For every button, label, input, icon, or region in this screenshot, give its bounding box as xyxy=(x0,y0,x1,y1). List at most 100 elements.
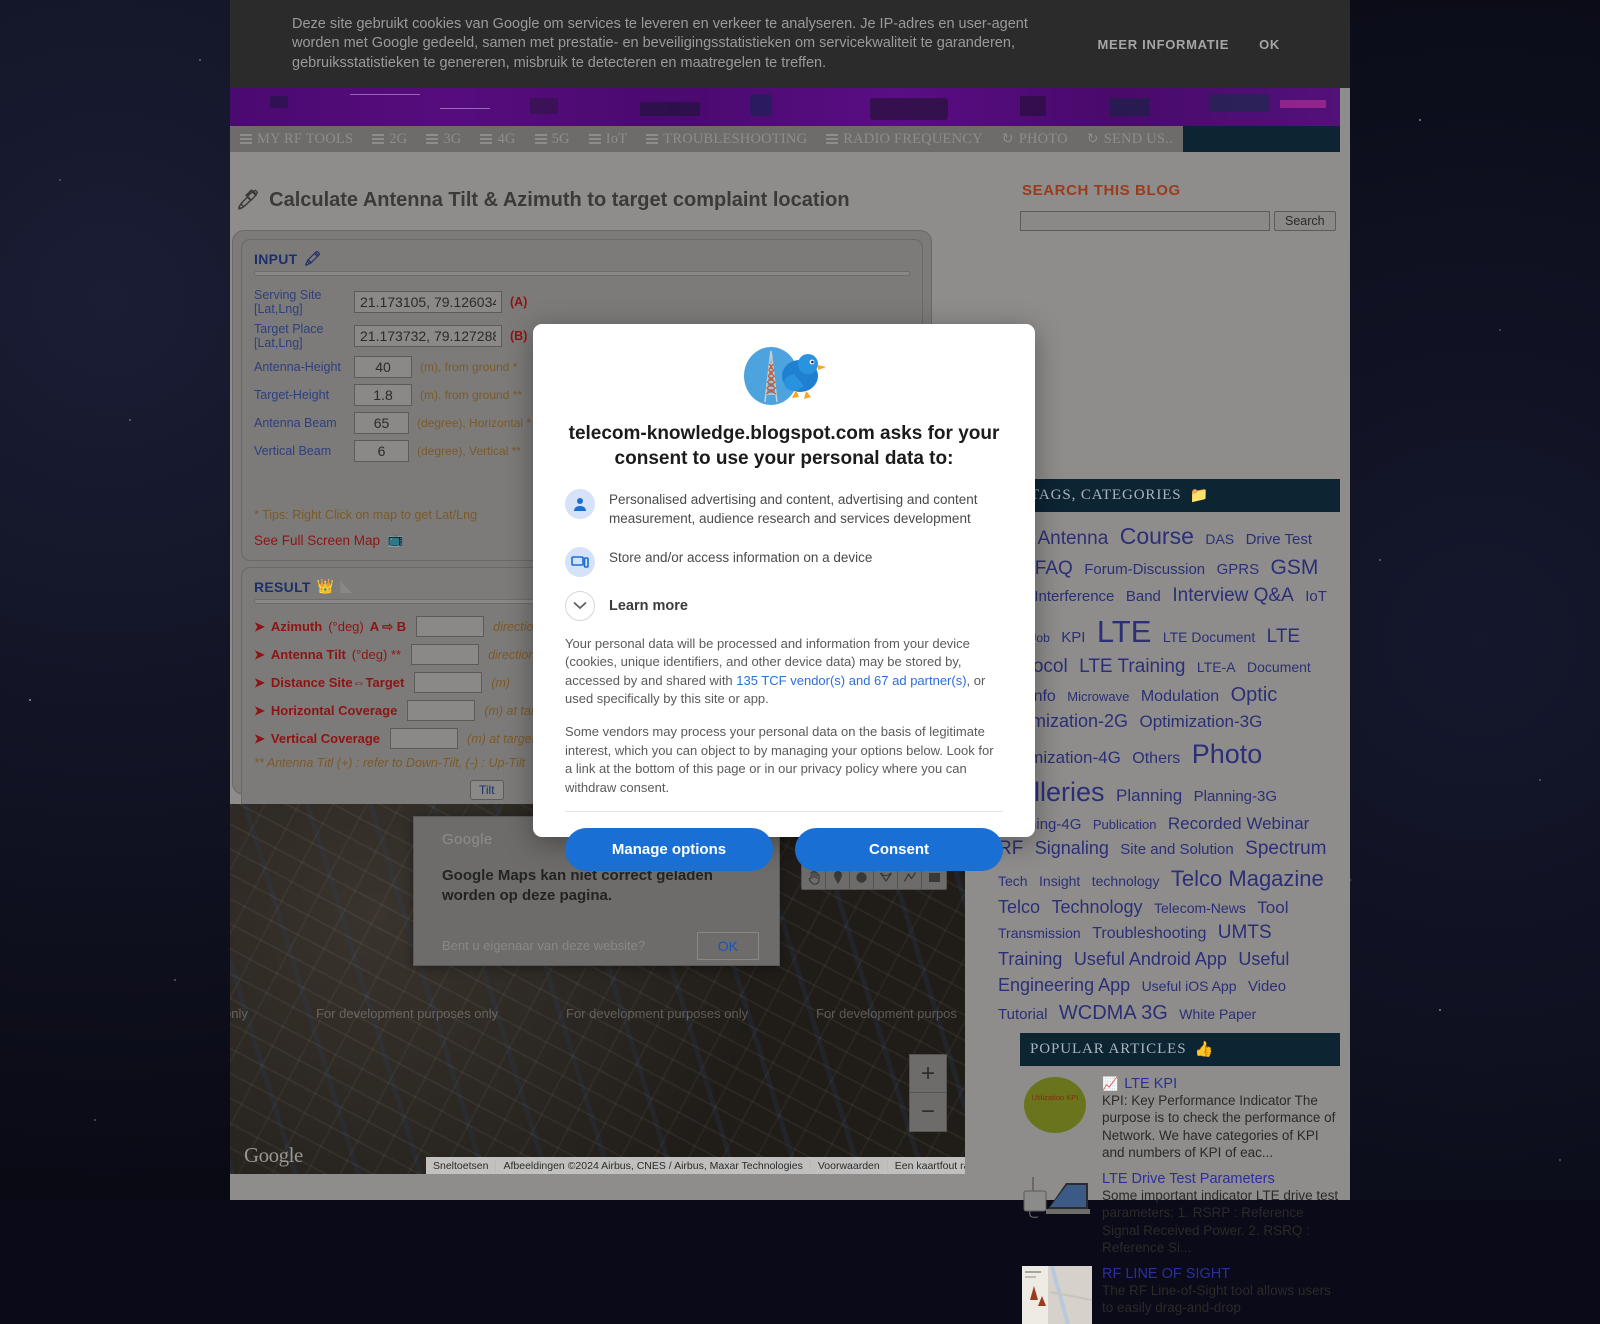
tag-link[interactable]: Telecom-News xyxy=(1154,900,1246,916)
field-label: Antenna Beam xyxy=(254,416,337,430)
tag-link[interactable]: Others xyxy=(1132,750,1180,767)
tag-link[interactable]: Optic xyxy=(1231,684,1278,706)
map-terms-link[interactable]: Voorwaarden xyxy=(811,1159,888,1172)
tag-link[interactable]: White Paper xyxy=(1179,1006,1256,1022)
nav-item-photo[interactable]: ↻ PHOTO xyxy=(992,126,1078,152)
nav-item-radio-frequency[interactable]: RADIO FREQUENCY xyxy=(817,126,993,152)
distance-output[interactable] xyxy=(414,672,483,693)
nav-item-2g[interactable]: 2G xyxy=(363,126,418,152)
vendors-link[interactable]: 135 TCF vendor(s) and 67 ad partner(s) xyxy=(736,673,966,688)
tag-link[interactable]: technology xyxy=(1092,873,1160,889)
nav-label: 2G xyxy=(389,130,408,147)
tag-link[interactable]: FAQ xyxy=(1035,558,1073,579)
article-link[interactable]: 📈 LTE KPI xyxy=(1102,1076,1340,1092)
tag-link[interactable]: Drive Test xyxy=(1246,531,1312,548)
tag-link[interactable]: Band xyxy=(1126,588,1161,605)
map-report-error-link[interactable]: Een kaartfout rapporteren xyxy=(888,1160,965,1172)
tag-link[interactable]: Modulation xyxy=(1141,688,1219,705)
tag-link[interactable]: Insight xyxy=(1039,873,1080,889)
manage-options-button[interactable]: Manage options xyxy=(565,828,773,872)
nav-item-my-rf-tools[interactable]: MY RF TOOLS xyxy=(230,126,364,152)
vertical-coverage-output[interactable] xyxy=(390,728,459,749)
antenna-beam-input[interactable] xyxy=(354,412,409,434)
antenna-height-input[interactable] xyxy=(354,356,412,378)
tag-link[interactable]: Document xyxy=(1247,659,1311,675)
horizontal-coverage-output[interactable] xyxy=(407,700,476,721)
search-input[interactable] xyxy=(1020,211,1270,231)
tag-link[interactable]: Tool xyxy=(1257,898,1288,917)
tag-link[interactable]: Tech xyxy=(998,873,1028,889)
consent-button[interactable]: Consent xyxy=(795,828,1003,872)
tag-link[interactable]: Forum-Discussion xyxy=(1084,561,1205,578)
antenna-tilt-output[interactable] xyxy=(411,644,480,665)
article-link[interactable]: LTE Drive Test Parameters xyxy=(1102,1171,1340,1187)
search-button[interactable]: Search xyxy=(1274,211,1336,231)
consent-purpose: Store and/or access information on a dev… xyxy=(565,546,1003,577)
nav-item-iot[interactable]: IoT xyxy=(579,126,638,152)
map-watermark: For development purposes only xyxy=(566,1006,749,1021)
tag-link[interactable]: Troubleshooting xyxy=(1092,925,1206,942)
target-height-input[interactable] xyxy=(354,384,412,406)
tag-link[interactable]: UMTS xyxy=(1218,922,1272,943)
consent-modal: telecom-knowledge.blogspot.com asks for … xyxy=(533,324,1035,872)
tag-link[interactable]: LTE-A xyxy=(1197,659,1236,675)
map-zoom-controls[interactable]: + − xyxy=(909,1054,947,1132)
tag-link[interactable]: Spectrum xyxy=(1245,838,1326,859)
devices-icon xyxy=(565,546,595,577)
list-item: LTE Drive Test Parameters Some important… xyxy=(1020,1161,1340,1256)
tag-link[interactable]: KPI xyxy=(1061,629,1085,646)
nav-item-troubleshooting[interactable]: TROUBLESHOOTING xyxy=(637,126,818,152)
cookie-more-info-link[interactable]: MEER INFORMATIE xyxy=(1098,37,1230,52)
vertical-beam-input[interactable] xyxy=(354,440,409,462)
hamburger-icon xyxy=(426,133,439,145)
tag-link[interactable]: Microwave xyxy=(1067,689,1129,704)
nav-label: PHOTO xyxy=(1018,130,1068,147)
tag-link[interactable]: Recorded Webinar xyxy=(1168,814,1309,833)
cookie-ok-button[interactable]: OK xyxy=(1259,37,1280,52)
tag-link[interactable]: Planning-3G xyxy=(1194,788,1277,805)
tag-link[interactable]: Site and Solution xyxy=(1120,841,1233,858)
zoom-in-button[interactable]: + xyxy=(910,1055,946,1093)
consent-heading: telecom-knowledge.blogspot.com asks for … xyxy=(568,423,1000,469)
learn-more-label: Learn more xyxy=(609,597,688,614)
article-link[interactable]: RF LINE OF SIGHT xyxy=(1102,1266,1340,1282)
tag-link[interactable]: Optimization-3G xyxy=(1140,712,1263,731)
nav-item-3g[interactable]: 3G xyxy=(417,126,472,152)
learn-more-row[interactable]: Learn more xyxy=(565,590,1003,621)
map-shortcuts-link[interactable]: Sneltoetsen xyxy=(426,1159,497,1172)
tag-link[interactable]: GPRS xyxy=(1217,561,1260,578)
tag-link[interactable]: Signaling xyxy=(1035,838,1109,858)
tag-link[interactable]: LTE Training xyxy=(1079,656,1185,677)
tag-link[interactable]: Telco Magazine xyxy=(1171,866,1324,891)
azimuth-output[interactable] xyxy=(416,616,485,637)
tag-link[interactable]: WCDMA 3G xyxy=(1059,1002,1168,1024)
nav-item-5g[interactable]: 5G xyxy=(525,126,580,152)
article-thumbnail xyxy=(1022,1171,1092,1229)
tag-link[interactable]: Telco xyxy=(998,897,1040,917)
nav-item-4g[interactable]: 4G xyxy=(471,126,526,152)
result-extra: A ⇨ B xyxy=(369,618,407,634)
zoom-out-button[interactable]: − xyxy=(910,1093,946,1131)
tag-link[interactable]: Transmission xyxy=(998,925,1081,941)
tag-link[interactable]: Useful iOS App xyxy=(1142,978,1237,994)
tag-link[interactable]: Publication xyxy=(1093,817,1157,832)
tag-link[interactable]: GSM xyxy=(1271,556,1319,579)
page-title: 🖊 Calculate Antenna Tilt & Azimuth to ta… xyxy=(230,152,990,212)
tag-link[interactable]: Useful Android App xyxy=(1074,949,1227,969)
serving-site-input[interactable] xyxy=(354,291,502,313)
gmaps-ok-button[interactable]: OK xyxy=(696,931,759,960)
tag-link[interactable]: Interview Q&A xyxy=(1172,585,1293,606)
tag-link[interactable]: Interference xyxy=(1034,588,1114,605)
result-label: ➤ Vertical Coverage xyxy=(254,731,380,747)
target-place-input[interactable] xyxy=(354,325,502,347)
tag-link[interactable]: LTE xyxy=(1097,614,1152,649)
tag-link[interactable]: Course xyxy=(1120,523,1194,549)
nav-item-send-us[interactable]: ↻ SEND US.. xyxy=(1077,126,1183,152)
tag-link[interactable]: LTE Document xyxy=(1163,629,1255,645)
tag-link[interactable]: Planning xyxy=(1116,786,1182,805)
tag-link[interactable]: IoT xyxy=(1305,588,1327,605)
tag-link[interactable]: Antenna xyxy=(1037,528,1108,549)
tag-link[interactable]: Technology xyxy=(1051,897,1142,917)
tag-link[interactable]: Training xyxy=(998,949,1062,969)
tag-link[interactable]: DAS xyxy=(1205,531,1234,547)
